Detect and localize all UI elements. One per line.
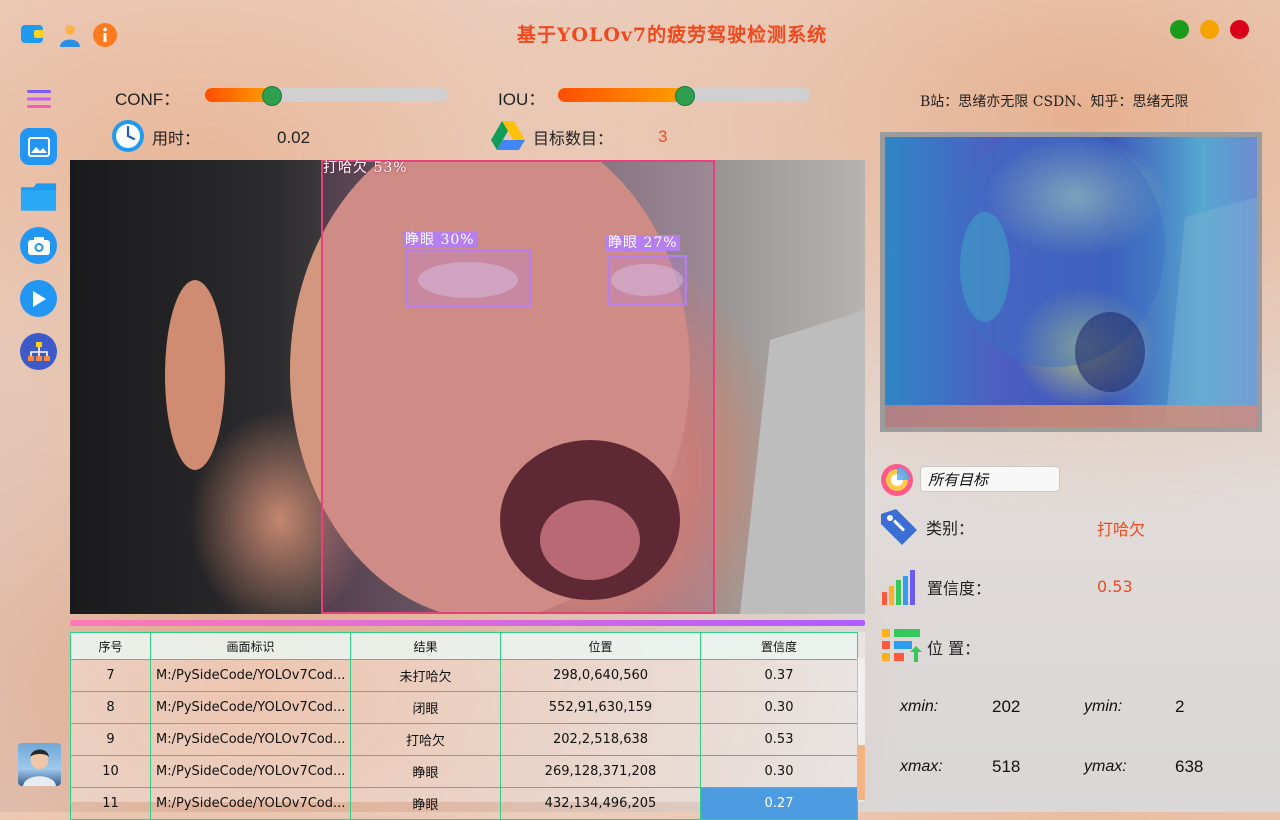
folder-icon [20,182,57,211]
maximize-button[interactable] [1170,20,1189,39]
heatmap-band [885,405,1257,427]
cell-source[interactable]: M:/PySideCode/YOLOv7Cod... [150,659,351,692]
cell-position[interactable]: 552,91,630,159 [500,691,701,724]
cell-source[interactable]: M:/PySideCode/YOLOv7Cod... [150,787,351,820]
table-scrollbar-thumb[interactable] [857,745,865,800]
cell-index[interactable]: 7 [70,659,151,692]
bar-chart-icon [880,566,920,606]
confidence-value: 0.53 [1097,577,1133,596]
cell-source[interactable]: M:/PySideCode/YOLOv7Cod... [150,691,351,724]
ymin-label: ymin: [1084,698,1123,715]
cell-position[interactable]: 432,134,496,205 [500,787,701,820]
xmin-label: xmin: [900,698,939,715]
conf-label: CONF： [115,90,181,109]
cell-index[interactable]: 10 [70,755,151,788]
cell-index[interactable]: 8 [70,691,151,724]
xmax-label: xmax: [900,758,943,775]
select-model-button[interactable] [20,333,57,370]
conf-slider-handle[interactable] [262,86,282,106]
table-row[interactable]: 7 M:/PySideCode/YOLOv7Cod... 未打哈欠 298,0,… [70,659,858,692]
target-select[interactable]: 所有目标 [920,466,1060,492]
table-header: 序号 画面标识 结果 位置 置信度 [70,632,858,660]
iou-label: IOU： [498,90,546,109]
table-row[interactable]: 8 M:/PySideCode/YOLOv7Cod... 闭眼 552,91,6… [70,691,858,724]
cell-position[interactable]: 269,128,371,208 [500,755,701,788]
close-button[interactable] [1230,20,1249,39]
detection-box-eye-left [405,250,531,308]
count-label: 目标数目： [533,129,614,148]
minimize-button[interactable] [1200,20,1219,39]
iou-slider-handle[interactable] [675,86,695,106]
confidence-label: 置信度： [927,579,992,598]
cell-index[interactable]: 11 [70,787,151,820]
open-image-button[interactable] [20,128,57,165]
image-icon [27,136,50,157]
detection-view: 打哈欠 53% 睁眼 30% 睁眼 27% [70,160,865,614]
col-index[interactable]: 序号 [70,632,151,660]
target-icon [880,463,914,497]
play-icon [32,290,46,307]
open-camera-button[interactable] [20,227,57,264]
open-folder-button[interactable] [20,178,57,215]
ymin-value: 2 [1175,697,1185,716]
cell-result[interactable]: 睁眼 [350,755,501,788]
detection-label-yawn: 打哈欠 53% [323,160,408,176]
author-credit: B站：思绪亦无限 CSDN、知乎：思绪无限 [920,94,1189,110]
heatmap-view [880,132,1262,432]
col-source[interactable]: 画面标识 [150,632,351,660]
count-value: 3 [658,127,668,146]
cell-result[interactable]: 闭眼 [350,691,501,724]
cell-confidence[interactable]: 0.30 [700,691,858,724]
drive-icon [490,120,526,152]
menu-button[interactable] [20,80,57,117]
cell-result[interactable]: 睁眼 [350,787,501,820]
app-title: 基于YOLOv7的疲劳驾驶检测系统 [516,24,828,46]
time-value: 0.02 [277,128,311,147]
avatar[interactable] [18,743,61,786]
play-video-button[interactable] [20,280,57,317]
position-icon [880,626,922,666]
cell-position[interactable]: 202,2,518,638 [500,723,701,756]
time-label: 用时： [152,129,201,148]
cell-result[interactable]: 打哈欠 [350,723,501,756]
cell-confidence-selected[interactable]: 0.27 [700,787,858,820]
ymax-label: ymax: [1084,758,1127,775]
table-row[interactable]: 11 M:/PySideCode/YOLOv7Cod... 睁眼 432,134… [70,787,858,820]
cell-source[interactable]: M:/PySideCode/YOLOv7Cod... [150,723,351,756]
video-progress-bar[interactable] [70,620,865,626]
col-confidence[interactable]: 置信度 [700,632,858,660]
col-position[interactable]: 位置 [500,632,701,660]
table-row[interactable]: 9 M:/PySideCode/YOLOv7Cod... 打哈欠 202,2,5… [70,723,858,756]
cell-index[interactable]: 9 [70,723,151,756]
clock-icon [110,118,146,154]
iou-slider-fill [558,88,685,102]
cell-position[interactable]: 298,0,640,560 [500,659,701,692]
detection-box-yawn [321,160,715,614]
camera-icon [27,236,50,255]
cell-confidence[interactable]: 0.30 [700,755,858,788]
cell-result[interactable]: 未打哈欠 [350,659,501,692]
ymax-value: 638 [1175,757,1204,776]
model-icon [27,341,50,361]
class-label: 类别： [926,519,975,538]
results-table[interactable]: 序号 画面标识 结果 位置 置信度 7 M:/PySideCode/YOLOv7… [70,632,865,820]
heatmap-image [885,137,1257,427]
cell-confidence[interactable]: 0.37 [700,659,858,692]
conf-slider[interactable] [205,86,448,106]
detection-box-eye-right [607,255,687,305]
table-row[interactable]: 10 M:/PySideCode/YOLOv7Cod... 睁眼 269,128… [70,755,858,788]
cell-source[interactable]: M:/PySideCode/YOLOv7Cod... [150,755,351,788]
position-label: 位 置： [927,639,981,658]
class-value: 打哈欠 [1097,520,1146,539]
tag-icon [878,506,920,548]
cell-confidence[interactable]: 0.53 [700,723,858,756]
detection-label-eye-right: 睁眼 27% [606,235,680,251]
iou-slider[interactable] [558,86,810,106]
menu-icon [26,89,51,108]
detection-label-eye-left: 睁眼 30% [403,232,477,248]
col-result[interactable]: 结果 [350,632,501,660]
xmax-value: 518 [992,757,1021,776]
xmin-value: 202 [992,697,1021,716]
